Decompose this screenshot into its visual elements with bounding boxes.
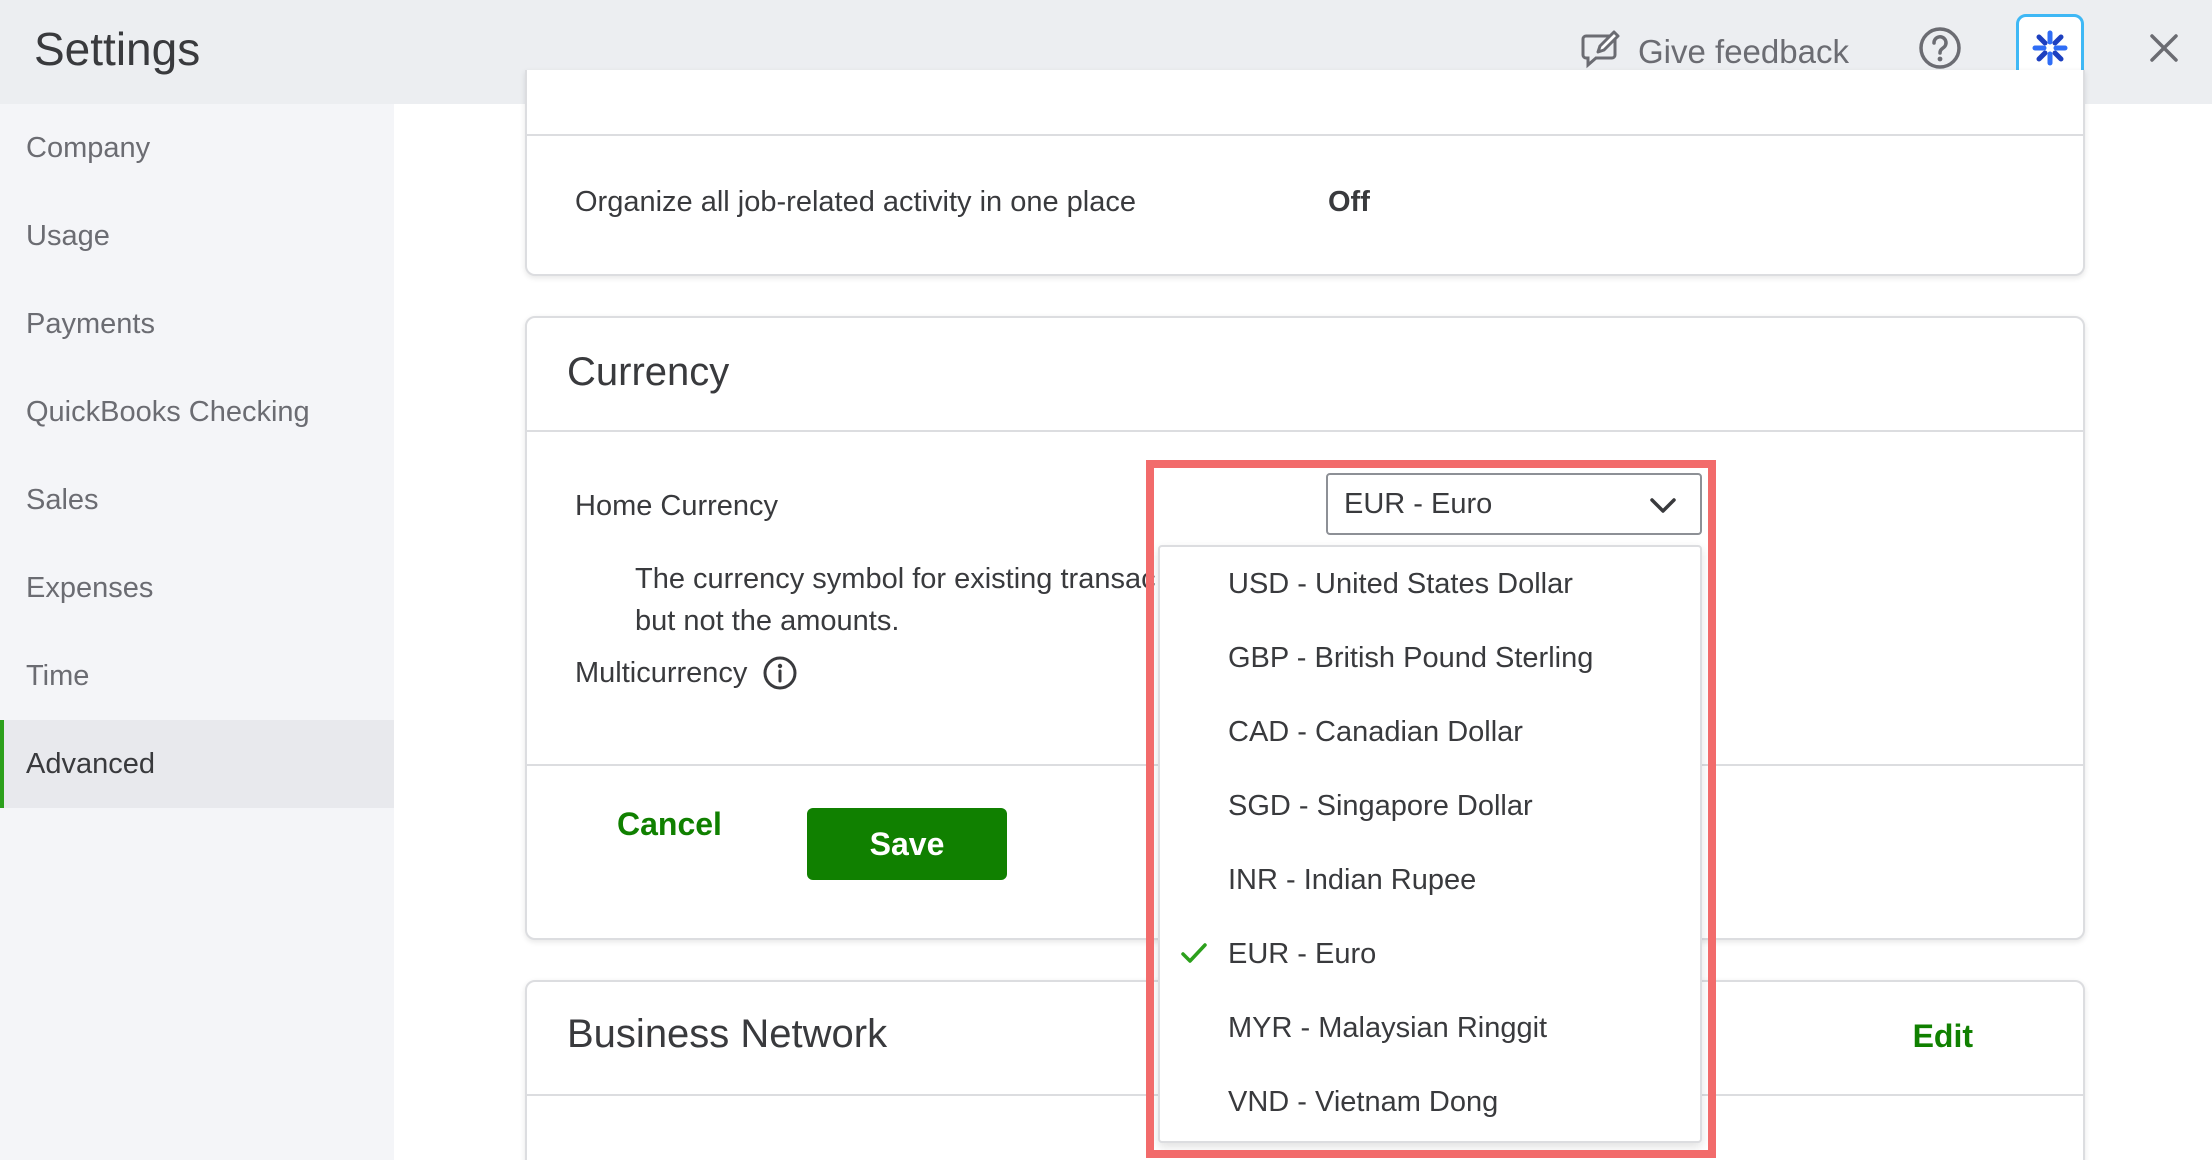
edit-button[interactable]: Edit: [1913, 1018, 1973, 1055]
checkmark-icon: [1181, 943, 1207, 963]
currency-note-line: but not the amounts.: [635, 605, 900, 637]
chevron-down-icon: [1650, 498, 1676, 513]
help-icon: [1919, 27, 1961, 69]
sidebar-item-expenses[interactable]: Expenses: [0, 544, 394, 632]
currency-option-label: INR - Indian Rupee: [1228, 863, 1477, 896]
currency-option-label: USD - United States Dollar: [1228, 567, 1573, 600]
save-button[interactable]: Save: [807, 808, 1007, 880]
currency-option-usd[interactable]: USD - United States Dollar: [1160, 547, 1700, 621]
currency-option-eur[interactable]: EUR - Euro: [1160, 917, 1700, 991]
settings-sidebar: Company Usage Payments QuickBooks Checki…: [0, 104, 394, 1160]
sidebar-item-label: Expenses: [26, 571, 154, 604]
currency-option-label: MYR - Malaysian Ringgit: [1228, 1011, 1548, 1044]
sidebar-item-sales[interactable]: Sales: [0, 456, 394, 544]
home-currency-select[interactable]: EUR - Euro: [1326, 473, 1702, 535]
projects-card: Organize all job-related activity in one…: [525, 70, 2085, 276]
currency-option-myr[interactable]: MYR - Malaysian Ringgit: [1160, 991, 1700, 1065]
card-divider: [527, 134, 2083, 136]
currency-title: Currency: [567, 350, 730, 394]
currency-option-label: GBP - British Pound Sterling: [1228, 641, 1594, 674]
sidebar-item-label: Sales: [26, 483, 99, 516]
sparkle-icon: [2032, 30, 2068, 66]
currency-note-line: The currency symbol for existing transac: [635, 563, 1156, 595]
sidebar-item-label: Company: [26, 131, 151, 164]
currency-option-vnd[interactable]: VND - Vietnam Dong: [1160, 1065, 1700, 1139]
currency-option-cad[interactable]: CAD - Canadian Dollar: [1160, 695, 1700, 769]
sidebar-item-quickbooks-checking[interactable]: QuickBooks Checking: [0, 368, 394, 456]
card-divider: [527, 430, 2083, 432]
sidebar-item-label: Usage: [26, 219, 110, 252]
info-icon[interactable]: [761, 654, 799, 692]
page-title: Settings: [34, 23, 201, 75]
sidebar-item-advanced[interactable]: Advanced: [0, 720, 394, 808]
cancel-button[interactable]: Cancel: [617, 806, 722, 843]
help-button[interactable]: [1916, 24, 1964, 72]
feedback-label: Give feedback: [1638, 33, 1849, 70]
home-currency-label: Home Currency: [575, 490, 779, 522]
currency-option-label: VND - Vietnam Dong: [1228, 1085, 1499, 1118]
sidebar-item-label: QuickBooks Checking: [26, 395, 310, 428]
sidebar-item-label: Time: [26, 659, 90, 692]
close-icon: [2150, 34, 2178, 62]
business-network-title: Business Network: [567, 1012, 888, 1056]
sidebar-item-time[interactable]: Time: [0, 632, 394, 720]
currency-option-label: CAD - Canadian Dollar: [1228, 715, 1523, 748]
projects-row-label: Organize all job-related activity in one…: [575, 186, 1136, 218]
currency-option-label: EUR - Euro: [1228, 937, 1377, 970]
currency-option-label: SGD - Singapore Dollar: [1228, 789, 1533, 822]
sidebar-item-payments[interactable]: Payments: [0, 280, 394, 368]
close-button[interactable]: [2140, 24, 2188, 72]
multicurrency-row: Multicurrency: [575, 654, 799, 692]
currency-dropdown-menu: USD - United States Dollar GBP - British…: [1158, 545, 1702, 1143]
currency-option-gbp[interactable]: GBP - British Pound Sterling: [1160, 621, 1700, 695]
currency-option-inr[interactable]: INR - Indian Rupee: [1160, 843, 1700, 917]
sidebar-item-label: Advanced: [26, 747, 155, 780]
sidebar-item-company[interactable]: Company: [0, 104, 394, 192]
selected-currency: EUR - Euro: [1344, 487, 1493, 520]
currency-note: The currency symbol for existing transac…: [635, 558, 1156, 642]
multicurrency-label: Multicurrency: [575, 656, 748, 689]
projects-row-value: Off: [1328, 186, 1370, 218]
sidebar-item-label: Payments: [26, 307, 155, 340]
currency-option-sgd[interactable]: SGD - Singapore Dollar: [1160, 769, 1700, 843]
sidebar-item-usage[interactable]: Usage: [0, 192, 394, 280]
